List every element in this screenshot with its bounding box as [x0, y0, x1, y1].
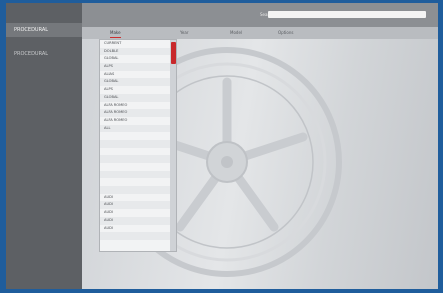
scrollbar-thumb[interactable] — [170, 42, 176, 64]
dropdown-item[interactable]: AUDI — [100, 201, 176, 210]
sidebar-item-procedural[interactable]: PROCEDURAL — [6, 23, 82, 37]
top-bar: Search — [82, 3, 438, 27]
dropdown-item[interactable]: ALL — [100, 124, 176, 133]
dropdown-item[interactable]: AUDI — [100, 209, 176, 217]
app-window: PROCEDURAL PROCEDURAL Search Make Year M… — [6, 3, 438, 289]
dropdown-item[interactable] — [100, 132, 176, 140]
dropdown-item[interactable]: ALFA ROMEO — [100, 117, 176, 125]
dropdown-item[interactable]: AUDI — [100, 216, 176, 225]
make-dropdown-list[interactable]: CURRENT DOLBLE GLOBAL ALPS ALIAS GLOBAL ALPS GL… — [99, 39, 177, 252]
dropdown-item[interactable]: AUDI — [100, 194, 176, 202]
main-area: Search Make Year Model Options CURRENT DO… — [82, 3, 438, 289]
dropdown-item[interactable] — [100, 232, 176, 240]
dropdown-item[interactable] — [100, 148, 176, 156]
dropdown-item[interactable]: ALFA ROMEO — [100, 102, 176, 110]
tab-options[interactable]: Options — [278, 30, 293, 35]
dropdown-item[interactable] — [100, 155, 176, 163]
dropdown-item[interactable] — [100, 240, 176, 248]
search-input[interactable] — [268, 11, 426, 18]
dropdown-item[interactable]: GLOBAL — [100, 55, 176, 63]
dropdown-item[interactable]: CURRENT — [100, 40, 176, 48]
dropdown-item[interactable]: ALFA ROMEO — [100, 109, 176, 117]
tab-bar: Make Year Model Options — [82, 27, 438, 39]
sidebar-item-procedural-2[interactable]: PROCEDURAL — [6, 47, 82, 61]
tab-year[interactable]: Year — [180, 30, 188, 35]
dropdown-item[interactable]: GLOBAL — [100, 93, 176, 102]
sidebar: PROCEDURAL PROCEDURAL — [6, 3, 82, 289]
sidebar-item-4[interactable] — [6, 101, 82, 115]
dropdown-scrollbar[interactable] — [170, 40, 176, 251]
dropdown-item[interactable] — [100, 178, 176, 186]
tab-model[interactable]: Model — [230, 30, 242, 35]
dropdown-item[interactable]: ALPS — [100, 63, 176, 71]
dropdown-items: CURRENT DOLBLE GLOBAL ALPS ALIAS GLOBAL ALPS GL… — [100, 40, 176, 248]
dropdown-item[interactable] — [100, 139, 176, 148]
dropdown-item[interactable]: ALPS — [100, 86, 176, 94]
dropdown-item[interactable]: GLOBAL — [100, 78, 176, 87]
dropdown-item[interactable]: ALIAS — [100, 71, 176, 79]
dropdown-item[interactable] — [100, 186, 176, 194]
tab-make[interactable]: Make — [110, 30, 121, 38]
dropdown-item[interactable] — [100, 163, 176, 171]
dropdown-item[interactable] — [100, 170, 176, 179]
sidebar-item-3[interactable] — [6, 75, 82, 89]
dropdown-item[interactable]: AUDI — [100, 225, 176, 233]
dropdown-item[interactable]: DOLBLE — [100, 47, 176, 56]
sidebar-item-5[interactable] — [6, 123, 82, 137]
